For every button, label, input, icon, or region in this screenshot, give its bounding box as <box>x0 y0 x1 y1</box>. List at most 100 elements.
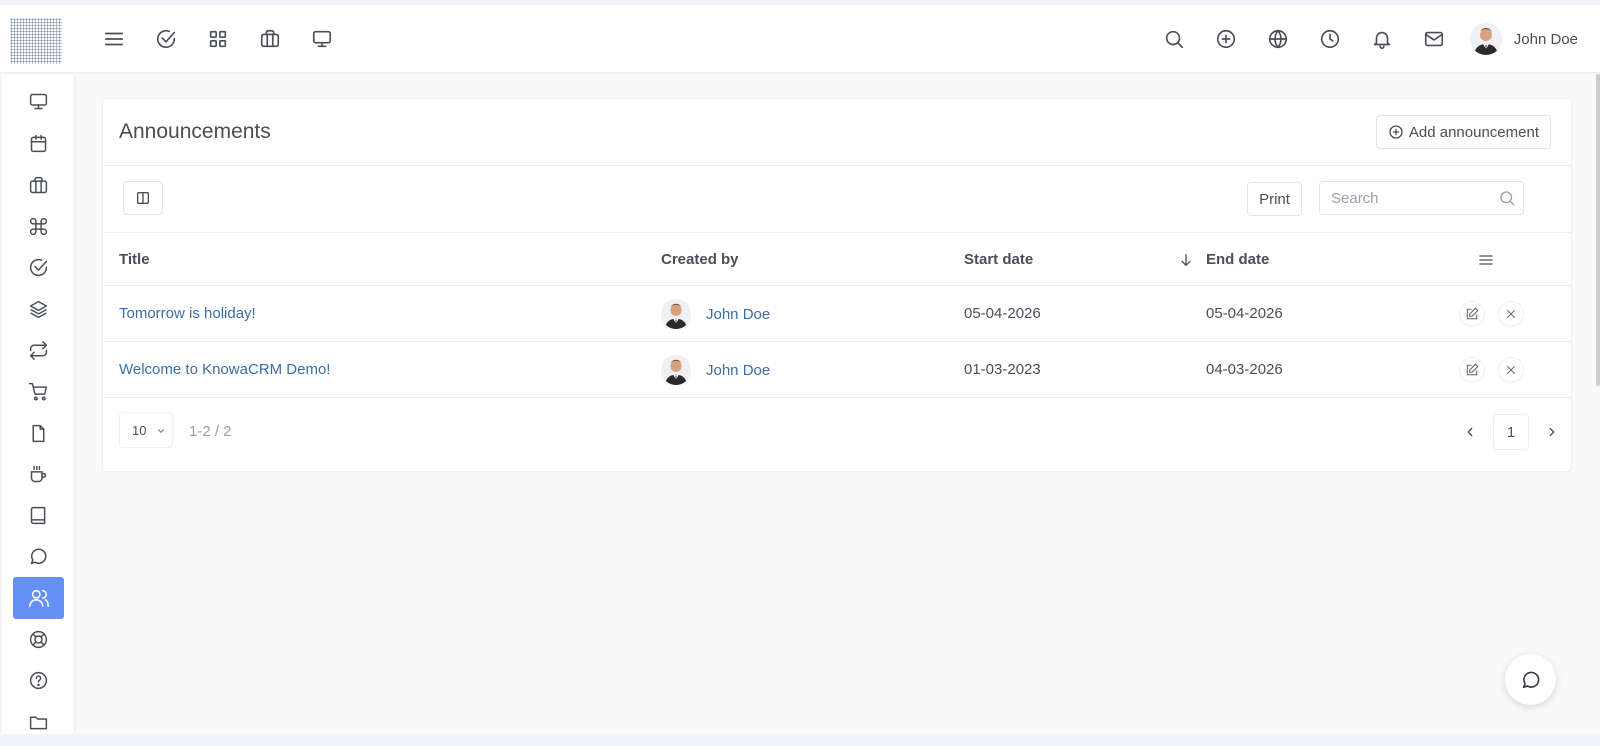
page-number-button[interactable]: 1 <box>1493 414 1529 450</box>
creator-name-link[interactable]: John Doe <box>706 362 770 379</box>
sidebar-item-team[interactable] <box>13 577 64 619</box>
book-icon <box>30 506 46 524</box>
search-icon <box>1498 189 1516 207</box>
announcements-card: Announcements Add announcement Print Tit <box>102 98 1572 472</box>
message-circle-icon <box>1522 671 1539 688</box>
print-button[interactable]: Print <box>1247 182 1302 216</box>
page-title: Announcements <box>119 120 271 143</box>
mail-icon[interactable] <box>1408 19 1460 59</box>
table-header: Title Created by Start date End date <box>103 233 1571 286</box>
add-announcement-label: Add announcement <box>1408 123 1539 141</box>
avatar <box>661 355 691 385</box>
monitor-icon[interactable] <box>296 19 348 59</box>
sort-descending-icon[interactable] <box>1178 251 1194 269</box>
chat-button[interactable] <box>1505 654 1556 705</box>
top-left-icons <box>88 5 348 73</box>
avatar <box>1469 23 1502 55</box>
help-circle-icon <box>29 671 48 689</box>
edit-button[interactable] <box>1459 301 1485 327</box>
table-footer: 10 1-2 / 2 1 <box>103 396 1571 472</box>
created-by-cell: John Doe <box>661 299 770 329</box>
grid-icon[interactable] <box>192 19 244 59</box>
clock-icon[interactable] <box>1304 19 1356 59</box>
menu-toggle-button[interactable] <box>88 19 140 59</box>
sidebar-item-files[interactable] <box>13 412 64 454</box>
card-header: Announcements Add announcement <box>103 99 1571 166</box>
message-circle-icon <box>30 548 47 564</box>
sidebar-item-leave[interactable] <box>13 453 64 495</box>
edit-icon <box>1466 363 1479 376</box>
globe-icon[interactable] <box>1252 19 1304 59</box>
chevron-down-icon <box>156 426 166 436</box>
search-box <box>1319 181 1524 215</box>
creator-name-link[interactable]: John Doe <box>706 306 770 323</box>
columns-icon <box>137 192 149 204</box>
announcement-title-link[interactable]: Welcome to KnowaCRM Demo! <box>119 361 330 378</box>
top-right-icons: John Doe <box>1148 5 1578 73</box>
calendar-icon <box>30 134 47 152</box>
page-size-select[interactable]: 10 <box>119 412 173 448</box>
table-row: Tomorrow is holiday! John Doe 05-04-2026… <box>103 286 1571 342</box>
column-menu-icon[interactable] <box>1478 252 1494 268</box>
sidebar-item-projects[interactable] <box>13 164 64 206</box>
start-date-cell: 01-03-2023 <box>964 361 1041 378</box>
sidebar-item-calendar[interactable] <box>13 122 64 164</box>
sidebar <box>2 74 75 734</box>
sidebar-item-help[interactable] <box>13 618 64 660</box>
next-page-button[interactable] <box>1533 414 1571 450</box>
pagination: 1 <box>1451 414 1571 450</box>
add-circle-icon[interactable] <box>1200 19 1252 59</box>
file-icon <box>32 424 45 442</box>
column-header-end-date[interactable]: End date <box>1206 251 1269 268</box>
sidebar-item-tasks[interactable] <box>13 246 64 288</box>
sidebar-item-messages[interactable] <box>13 535 64 577</box>
bell-icon[interactable] <box>1356 19 1408 59</box>
cart-icon <box>29 382 48 400</box>
created-by-cell: John Doe <box>661 355 770 385</box>
app-logo[interactable] <box>10 18 62 64</box>
sidebar-item-sales[interactable] <box>13 370 64 412</box>
sidebar-item-dashboard[interactable] <box>13 80 64 122</box>
scrollbar-thumb[interactable] <box>1596 74 1600 386</box>
sidebar-item-folders[interactable] <box>13 701 64 734</box>
monitor-icon <box>29 93 48 109</box>
sidebar-item-layers[interactable] <box>13 288 64 330</box>
edit-icon <box>1466 307 1479 320</box>
coffee-icon <box>30 465 47 482</box>
tasks-icon[interactable] <box>140 19 192 59</box>
column-header-start-date[interactable]: Start date <box>964 251 1033 268</box>
sidebar-item-faq[interactable] <box>13 659 64 701</box>
sidebar-item-knowledge-base[interactable] <box>13 494 64 536</box>
add-announcement-button[interactable]: Add announcement <box>1375 115 1551 149</box>
search-icon[interactable] <box>1148 19 1200 59</box>
chevron-left-icon <box>1467 427 1473 437</box>
column-header-created-by[interactable]: Created by <box>661 251 739 268</box>
sidebar-item-subscriptions[interactable] <box>13 329 64 371</box>
delete-button[interactable] <box>1498 357 1524 383</box>
repeat-icon <box>29 340 48 360</box>
close-icon <box>1506 309 1516 319</box>
start-date-cell: 05-04-2026 <box>964 305 1041 322</box>
announcement-title-link[interactable]: Tomorrow is holiday! <box>119 305 256 322</box>
user-name: John Doe <box>1513 30 1578 48</box>
main-content: Announcements Add announcement Print Tit <box>76 74 1600 734</box>
folder-icon <box>29 716 48 729</box>
column-header-title[interactable]: Title <box>119 251 150 268</box>
user-menu[interactable]: John Doe <box>1469 23 1578 55</box>
previous-page-button[interactable] <box>1451 414 1489 450</box>
close-icon <box>1506 365 1516 375</box>
check-circle-icon <box>29 258 48 276</box>
delete-button[interactable] <box>1498 301 1524 327</box>
top-bar: John Doe <box>0 5 1600 73</box>
edit-button[interactable] <box>1459 357 1485 383</box>
column-toggle-button[interactable] <box>123 181 163 215</box>
briefcase-icon[interactable] <box>244 19 296 59</box>
sidebar-item-command[interactable] <box>13 205 64 247</box>
life-buoy-icon <box>29 630 48 648</box>
search-input[interactable] <box>1320 182 1490 214</box>
range-text: 1-2 / 2 <box>189 423 232 440</box>
add-circle-icon <box>1388 124 1404 140</box>
table-row: Welcome to KnowaCRM Demo! John Doe 01-03… <box>103 342 1571 398</box>
end-date-cell: 04-03-2026 <box>1206 361 1283 378</box>
table-toolbar: Print <box>103 166 1571 233</box>
